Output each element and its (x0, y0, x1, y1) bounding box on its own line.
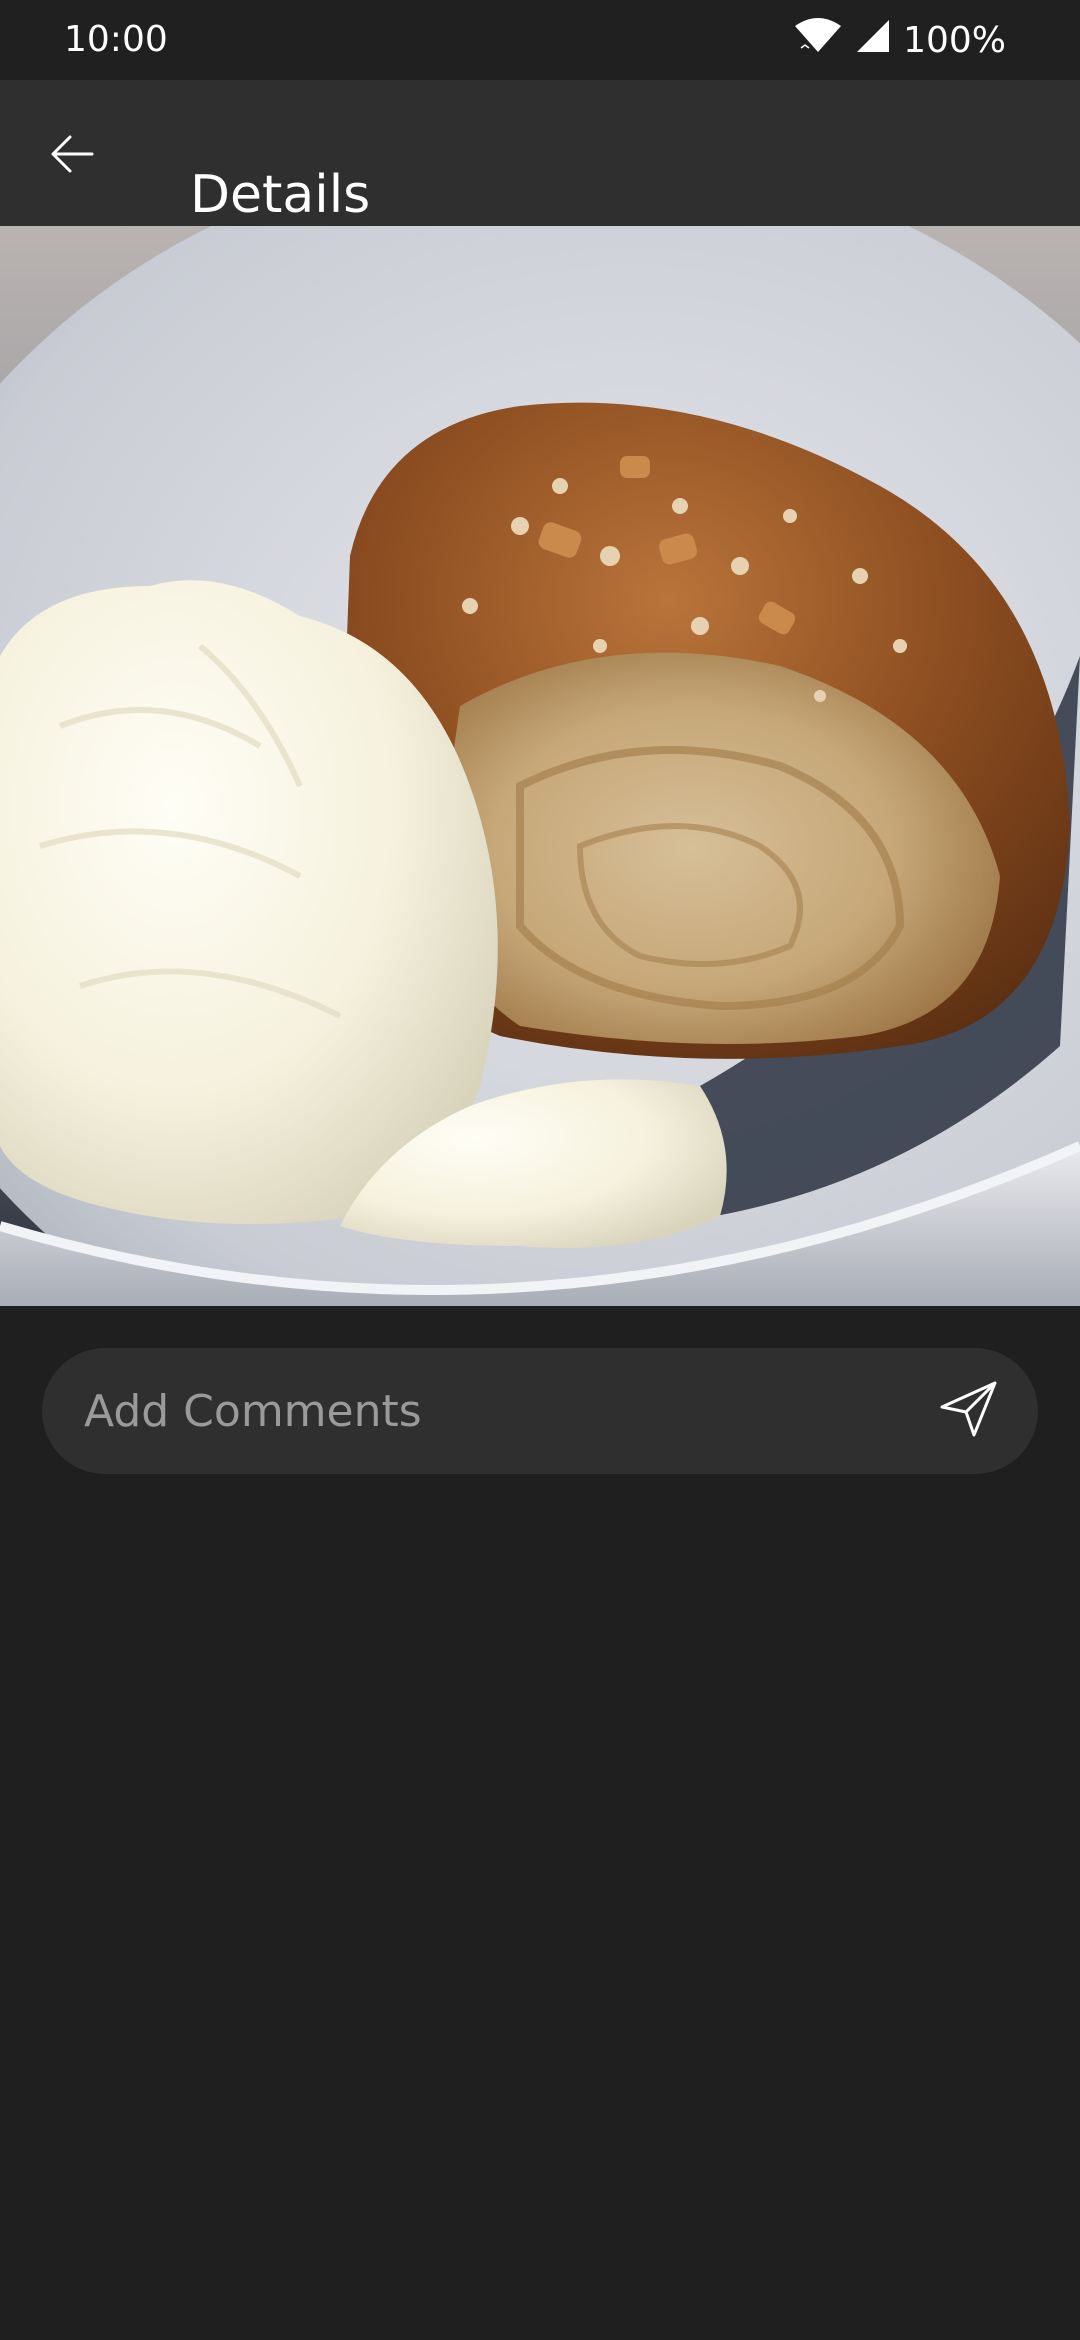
food-photo[interactable] (0, 226, 1080, 1306)
send-button[interactable] (930, 1372, 1008, 1450)
signal-icon (855, 18, 891, 63)
status-time: 10:00 (64, 19, 168, 60)
battery-text: 100% (903, 19, 1006, 61)
wifi-icon (793, 17, 843, 63)
comment-box (42, 1348, 1038, 1474)
status-bar: 10:00 100% (0, 0, 1080, 80)
comment-input[interactable] (84, 1348, 934, 1474)
arrow-left-icon (50, 134, 94, 178)
app-bar: Details (0, 80, 1080, 226)
back-button[interactable] (36, 120, 108, 192)
status-indicators: 100% (793, 17, 1006, 63)
page-title: Details (190, 164, 371, 225)
send-icon (939, 1380, 999, 1442)
